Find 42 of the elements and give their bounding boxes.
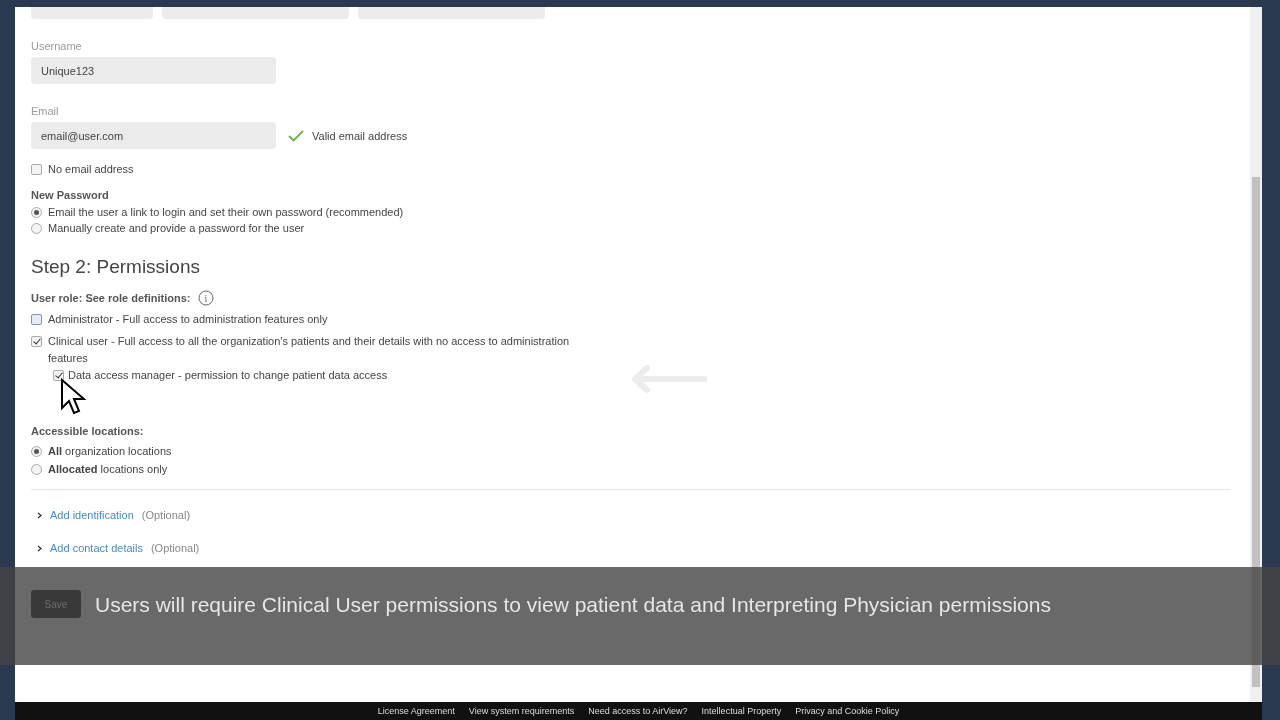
input-field[interactable] [358, 7, 545, 19]
field-label: Username [31, 40, 82, 52]
footer-link[interactable]: Need access to AirView? [588, 706, 688, 716]
checkbox[interactable] [53, 369, 64, 381]
section-label: New Password [31, 189, 109, 201]
optional-note: (Optional) [150, 542, 200, 554]
radio-label: Manually create and provide a password for the user [48, 222, 305, 234]
chevron-icon[interactable] [37, 544, 42, 552]
radio-label: All organization locations [48, 445, 172, 457]
expander-link[interactable]: Add contact details [50, 542, 143, 554]
chevron-icon[interactable] [37, 511, 42, 519]
checkbox-label: No email address [48, 163, 134, 175]
validation-message: Valid email address [312, 129, 408, 142]
select-field[interactable] [31, 7, 153, 19]
checkbox-label: Data access manager - permission to change patient data access [68, 369, 388, 381]
field-label: Email [31, 105, 59, 117]
radio-button[interactable] [31, 445, 42, 457]
optional-note: (Optional) [141, 509, 191, 521]
section-heading: Step 2: Permissions [31, 256, 201, 278]
footer-link[interactable]: Privacy and Cookie Policy [795, 706, 900, 716]
checkbox-label: Administrator - Full access to administration features only [48, 312, 328, 327]
info-icon[interactable]: i [197, 290, 214, 306]
footer-link[interactable]: View system requirements [468, 706, 575, 716]
section-label: Accessible locations: [31, 425, 144, 437]
radio-label: Allocated locations only [48, 463, 168, 475]
username-field[interactable]: Unique123 [31, 57, 276, 84]
section-label: User role: See role definitions: [31, 292, 191, 304]
input-field[interactable] [162, 7, 349, 19]
radio-button[interactable] [31, 206, 42, 218]
caption-text: Users will require Clinical User permissions to view patient data and Interpreting Physician permissions [95, 593, 1051, 616]
footer-link[interactable]: License Agreement [377, 706, 455, 716]
checkbox[interactable] [31, 314, 42, 325]
radio-button[interactable] [31, 222, 42, 234]
radio-label: Email the user a link to login and set their own password (recommended) [48, 206, 404, 218]
checkmark-icon [288, 129, 304, 142]
footer-link[interactable]: Intellectual Property [701, 706, 782, 716]
checkbox[interactable] [31, 336, 42, 347]
email-field[interactable]: email@user.com [31, 122, 276, 149]
checkbox[interactable] [31, 163, 42, 175]
checkbox-label: Clinical user - Full access to all the organization's patients and their details with no access to administration features [48, 334, 571, 366]
expander-link[interactable]: Add identification [50, 509, 134, 521]
radio-button[interactable] [31, 463, 42, 475]
